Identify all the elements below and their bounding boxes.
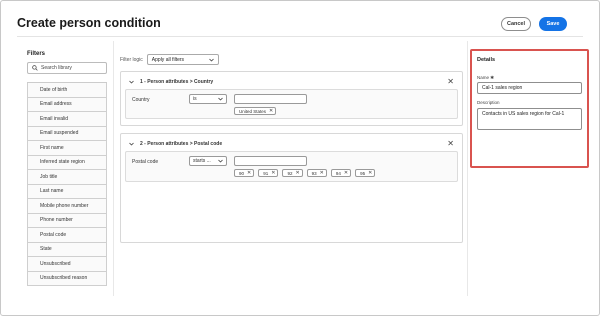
filter-logic-value: Apply all filters [151,56,185,63]
filter-list-item[interactable]: Unsubscribed reason [27,271,107,286]
filter-list-item[interactable]: State [27,242,107,257]
filter-list-item[interactable]: Inferred state region [27,155,107,170]
header-divider [17,36,583,37]
filter-logic-select[interactable]: Apply all filters [146,54,219,65]
search-icon [32,65,38,71]
tag-label: 90 [239,170,245,176]
value-input[interactable] [234,94,307,104]
description-label: Description [477,100,500,105]
condition-body: Postal code starts ... 90 ✕ 91 ✕ 92 ✕ 93 ✕ 94 ✕ 95… [125,151,458,182]
filters-panel: Filters Search library Date of birth Emai… [27,51,107,286]
value-tag: 92 ✕ [282,169,303,177]
filters-title: Filters [27,51,46,57]
tag-label: United States [239,108,267,114]
panel-divider [113,41,114,296]
condition-card: 2 - Person attributes > Postal code ✕ Po… [120,133,463,243]
close-icon[interactable]: ✕ [447,77,454,87]
value-tag: 94 ✕ [330,169,352,177]
filter-list-item[interactable]: Email invalid [27,112,107,127]
filter-list-item[interactable]: Postal code [27,228,107,243]
chevron-down-icon [209,58,214,62]
value-tag: 95 ✕ [355,169,376,177]
filter-list-item[interactable]: First name [27,141,107,156]
field-label: Country [132,97,150,103]
operator-select[interactable]: is [189,94,227,104]
details-panel: Details Name ✱ Cal-1 sales region Descri… [470,49,589,168]
filter-list-item[interactable]: Job title [27,170,107,185]
tag-label: 93 [311,170,317,176]
remove-tag-icon[interactable]: ✕ [295,170,299,176]
remove-tag-icon[interactable]: ✕ [344,170,348,176]
condition-header: 1 - Person attributes > Country ✕ [129,77,454,87]
name-label: Name ✱ [477,75,495,80]
condition-card: 1 - Person attributes > Country ✕ Countr… [120,71,463,126]
operator-select[interactable]: starts ... [189,156,227,166]
tag-label: 95 [360,170,366,176]
filter-list-item[interactable]: Date of birth [27,83,107,98]
modal-header: Create person condition Cancel Save [17,15,583,37]
save-button[interactable]: Save [539,17,567,31]
filter-list-item[interactable]: Last name [27,184,107,199]
remove-tag-icon[interactable]: ✕ [247,170,251,176]
value-tag: 90 ✕ [234,169,255,177]
chevron-down-icon [218,97,223,101]
condition-title: 2 - Person attributes > Postal code [140,141,223,147]
condition-title: 1 - Person attributes > Country [140,79,214,85]
details-title: Details [477,57,496,63]
remove-tag-icon[interactable]: ✕ [271,170,275,176]
filter-logic: Filter logic Apply all filters [120,54,464,65]
conditions-area: Filter logic Apply all filters 1 - Perso… [120,54,464,243]
remove-tag-icon[interactable]: ✕ [269,108,273,114]
value-tags: 90 ✕ 91 ✕ 92 ✕ 93 ✕ 94 ✕ 95 ✕ [234,169,376,177]
filter-list-item[interactable]: Phone number [27,213,107,228]
operator-value: is [193,96,197,102]
operator-value: starts ... [193,158,211,164]
tag-label: 94 [335,170,341,176]
panel-divider [467,41,468,296]
description-field[interactable]: Contacts in US sales region for Cal-1 [477,108,582,130]
value-tag: 93 ✕ [306,169,327,177]
close-icon[interactable]: ✕ [447,139,454,149]
remove-tag-icon[interactable]: ✕ [368,170,372,176]
page-title: Create person condition [17,16,161,30]
cancel-button[interactable]: Cancel [501,17,531,31]
chevron-down-icon[interactable] [129,142,134,146]
search-input[interactable]: Search library [27,62,107,74]
chevron-down-icon [218,159,223,163]
value-input[interactable] [234,156,307,166]
filter-list-item[interactable]: Mobile phone number [27,199,107,214]
remove-tag-icon[interactable]: ✕ [320,170,324,176]
condition-header: 2 - Person attributes > Postal code ✕ [129,139,454,149]
field-label: Postal code [132,159,159,165]
value-tags: United States ✕ [234,107,277,115]
tag-label: 92 [287,170,293,176]
search-placeholder: Search library [41,65,72,71]
filter-list-item[interactable]: Email suspended [27,126,107,141]
name-field[interactable]: Cal-1 sales region [477,82,582,94]
filter-logic-label: Filter logic [120,56,143,63]
modal-window: Create person condition Cancel Save Filt… [0,0,600,316]
value-tag: United States ✕ [234,107,277,115]
tag-label: 91 [263,170,269,176]
chevron-down-icon[interactable] [129,80,134,84]
value-tag: 91 ✕ [258,169,279,177]
filter-list-item[interactable]: Email address [27,97,107,112]
filter-list-item[interactable]: Unsubscribed [27,257,107,272]
filter-list: Date of birth Email address Email invalid E… [27,82,107,286]
condition-body: Country is United States ✕ [125,89,458,119]
